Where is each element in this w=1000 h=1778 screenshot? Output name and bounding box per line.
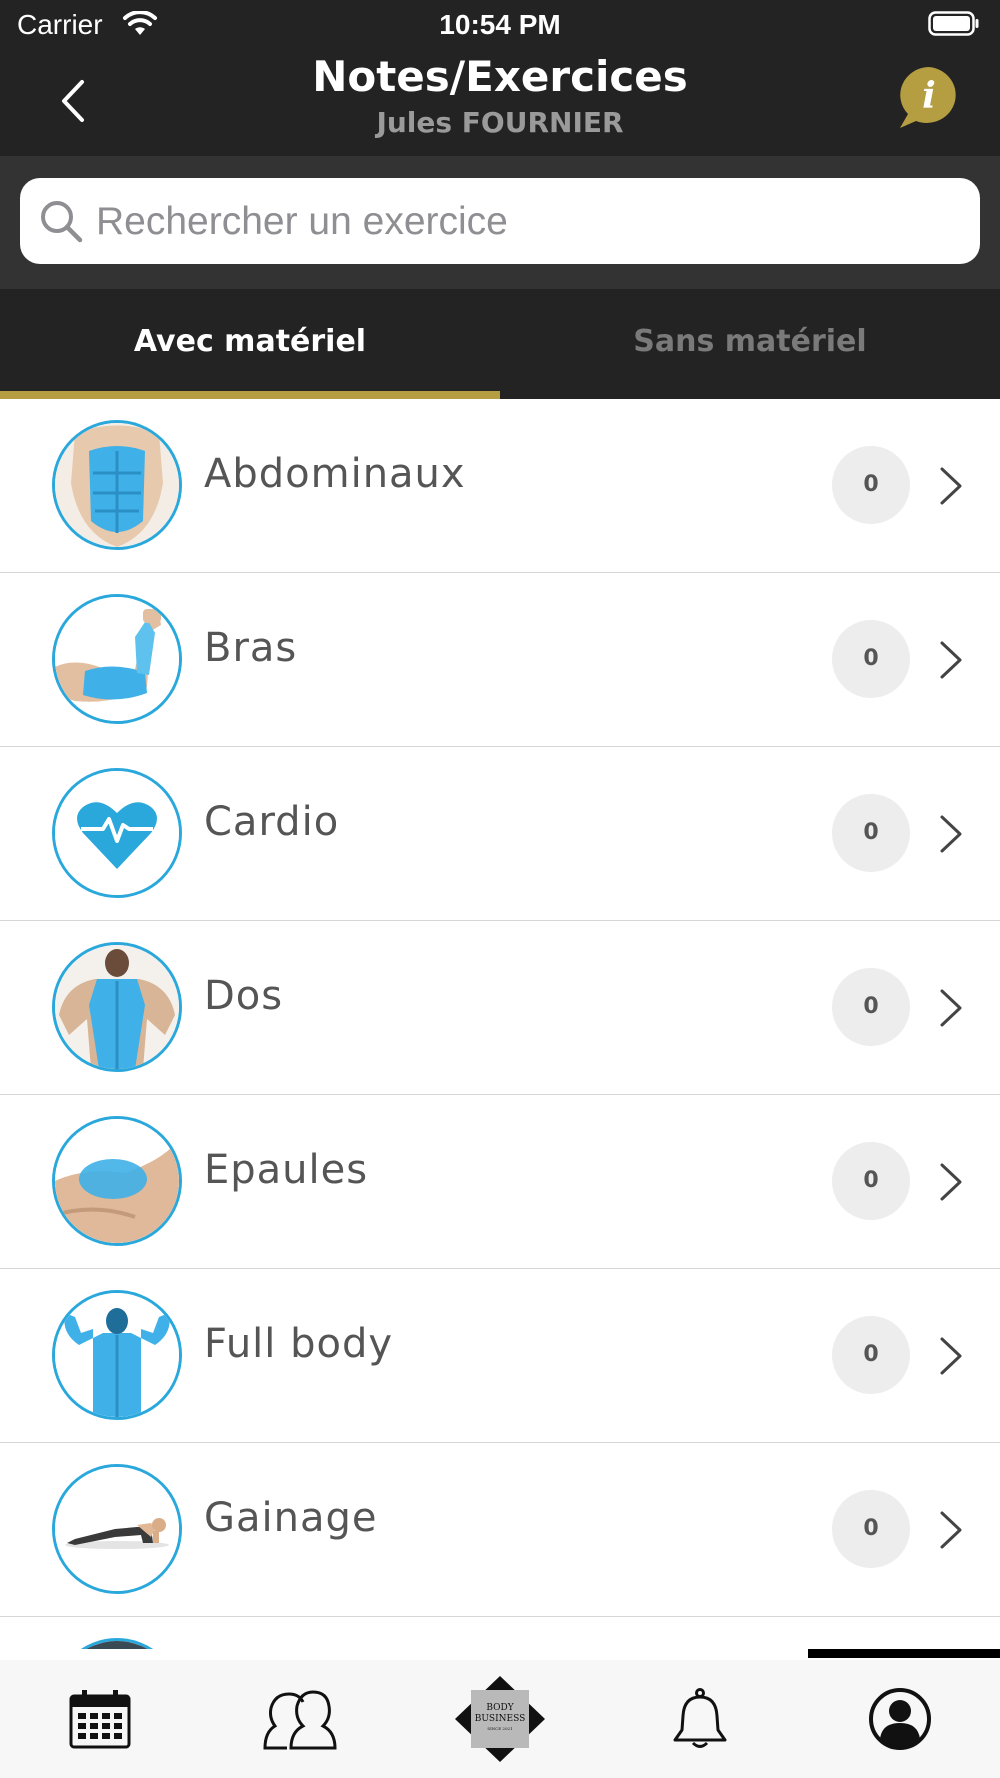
home-indicator [808, 1649, 1000, 1658]
list-item-bras[interactable]: Bras 0 [0, 573, 1000, 747]
count-badge: 0 [832, 1142, 910, 1220]
count-badge: 0 [832, 446, 910, 524]
search-bar-container [0, 156, 1000, 289]
abs-muscle-icon [52, 420, 182, 550]
count-badge: 0 [832, 794, 910, 872]
logo-line-1: BODY [486, 1703, 514, 1713]
profile-icon [869, 1688, 931, 1750]
chevron-right-icon [940, 815, 962, 853]
tab-home-logo[interactable]: BODY BUSINESS SINCE 2021 [400, 1660, 600, 1778]
chevron-right-icon [940, 1337, 962, 1375]
list-item-partial[interactable] [0, 1617, 1000, 1649]
tab-avec-materiel[interactable]: Avec matériel [0, 289, 500, 399]
list-item-label: Cardio [204, 799, 340, 845]
active-tab-indicator [0, 391, 500, 399]
tab-group[interactable] [200, 1660, 400, 1778]
list-item-label: Epaules [204, 1147, 369, 1193]
info-icon[interactable]: i [896, 64, 960, 130]
list-item-epaules[interactable]: Epaules 0 [0, 1095, 1000, 1269]
plank-icon [52, 1464, 182, 1594]
tab-calendar[interactable] [0, 1660, 200, 1778]
chevron-right-icon [940, 1163, 962, 1201]
back-muscle-icon [52, 942, 182, 1072]
body-business-logo: BODY BUSINESS SINCE 2021 [455, 1676, 545, 1762]
muscle-thumbnail-icon [52, 1638, 182, 1649]
arm-muscle-icon [52, 594, 182, 724]
list-item-gainage[interactable]: Gainage 0 [0, 1443, 1000, 1617]
logo-line-3: SINCE 2021 [487, 1726, 512, 1731]
list-item-label: Gainage [204, 1495, 378, 1541]
search-icon [41, 201, 83, 243]
status-bar: Carrier 10:54 PM [0, 0, 1000, 50]
group-icon [263, 1690, 337, 1750]
count-badge: 0 [832, 620, 910, 698]
clock: 10:54 PM [439, 9, 561, 40]
shoulder-muscle-icon [52, 1116, 182, 1246]
page-subtitle: Jules FOURNIER [376, 106, 624, 139]
chevron-right-icon [940, 467, 962, 505]
calendar-icon [69, 1690, 131, 1749]
chevron-right-icon [940, 989, 962, 1027]
equipment-tabs: Avec matériel Sans matériel [0, 289, 1000, 399]
search-box[interactable] [20, 178, 980, 264]
logo-line-2: BUSINESS [475, 1714, 526, 1724]
category-list: Abdominaux 0 Bras 0 Cardio 0 Dos 0 Epaul… [0, 399, 1000, 1649]
full-body-icon [52, 1290, 182, 1420]
battery-icon [928, 11, 979, 36]
list-item-label: Dos [204, 973, 284, 1019]
count-badge: 0 [832, 968, 910, 1046]
count-badge: 0 [832, 1316, 910, 1394]
chevron-right-icon [940, 641, 962, 679]
page-title: Notes/Exercices [312, 52, 688, 101]
tab-notifications[interactable] [600, 1660, 800, 1778]
bell-icon [673, 1688, 727, 1748]
tab-profile[interactable] [800, 1660, 1000, 1778]
list-item-label: Full body [204, 1321, 394, 1367]
list-item-abdominaux[interactable]: Abdominaux 0 [0, 399, 1000, 573]
search-input[interactable] [94, 190, 958, 254]
heart-pulse-icon [52, 768, 182, 898]
list-item-label: Bras [204, 625, 298, 671]
tab-sans-materiel[interactable]: Sans matériel [500, 289, 1000, 399]
bottom-tab-bar: BODY BUSINESS SINCE 2021 [0, 1660, 1000, 1778]
navigation-bar: Notes/Exercices Jules FOURNIER i [0, 50, 1000, 156]
list-item-cardio[interactable]: Cardio 0 [0, 747, 1000, 921]
info-letter: i [922, 75, 936, 117]
list-item-full-body[interactable]: Full body 0 [0, 1269, 1000, 1443]
chevron-right-icon [940, 1511, 962, 1549]
list-item-label: Abdominaux [204, 451, 466, 497]
list-item-dos[interactable]: Dos 0 [0, 921, 1000, 1095]
count-badge: 0 [832, 1490, 910, 1568]
